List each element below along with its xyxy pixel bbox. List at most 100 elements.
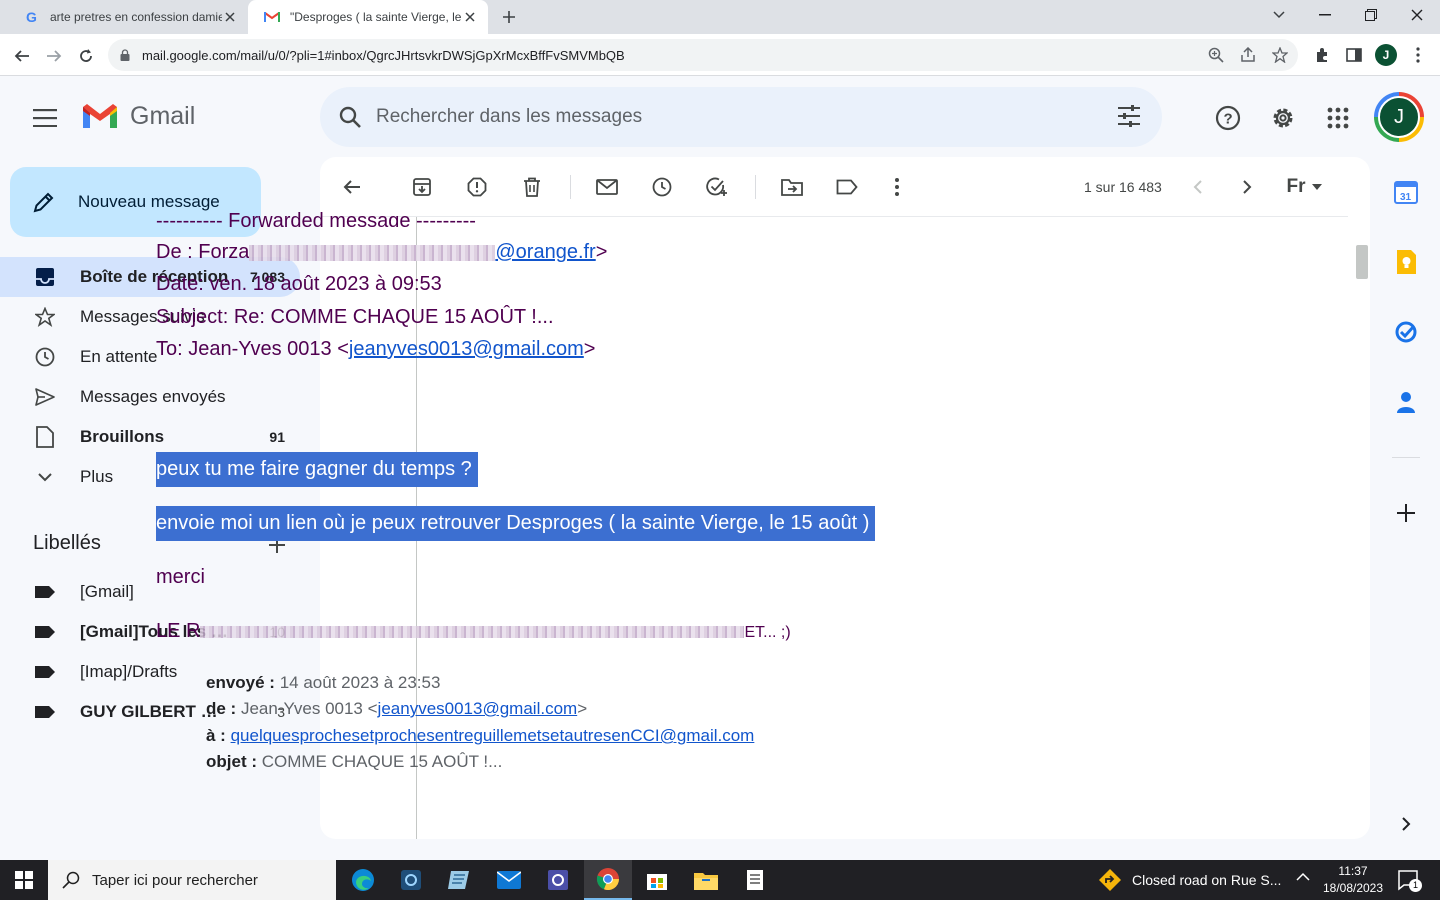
calendar-icon[interactable]: 31 — [1392, 178, 1420, 206]
taskbar-search[interactable]: Taper ici pour rechercher — [48, 860, 336, 900]
redacted-email — [249, 244, 496, 261]
input-tools-button[interactable]: Fr — [1282, 175, 1326, 199]
input-tools-label: Fr — [1286, 176, 1306, 197]
newer-message-icon[interactable] — [1186, 175, 1210, 199]
archive-icon[interactable] — [410, 175, 434, 199]
move-to-icon[interactable] — [780, 175, 804, 199]
angle-close: > — [583, 338, 596, 360]
clock-time: 11:37 — [1338, 864, 1368, 878]
browser-menu-icon[interactable] — [1407, 44, 1429, 66]
help-icon[interactable]: ? — [1208, 98, 1248, 138]
apps-grid-icon[interactable] — [1318, 98, 1358, 138]
angle-close: > — [577, 699, 588, 718]
add-task-icon[interactable] — [705, 175, 729, 199]
store-app-icon[interactable] — [633, 860, 681, 900]
more-options-icon[interactable] — [885, 175, 909, 199]
notepad-app-icon[interactable] — [435, 860, 483, 900]
extensions-icon[interactable] — [1311, 44, 1333, 66]
quoted-from-name: Jean-Yves 0013 < — [240, 699, 378, 718]
quoted-to-email-link[interactable]: quelquesprochesetprochesentreguillemetse… — [231, 726, 755, 745]
tab-title: "Desproges ( la sainte Vierge, le 15 — [290, 10, 462, 24]
forward-icon[interactable] — [40, 42, 68, 70]
snooze-icon[interactable] — [650, 175, 674, 199]
address-bar[interactable]: mail.google.com/mail/u/0/?pli=1#inbox/Qg… — [108, 39, 1298, 71]
tasks-icon[interactable] — [1392, 318, 1420, 346]
close-tab-icon[interactable] — [222, 9, 238, 25]
send-icon — [33, 385, 57, 409]
search-bar[interactable] — [320, 87, 1162, 147]
reload-icon[interactable] — [72, 42, 100, 70]
draft-icon — [33, 425, 57, 449]
back-to-inbox-icon[interactable] — [340, 175, 364, 199]
settings-app-icon[interactable] — [534, 860, 582, 900]
body-merci: merci — [156, 566, 205, 588]
older-message-icon[interactable] — [1235, 175, 1259, 199]
message-pager: 1 sur 16 483 — [1084, 179, 1162, 195]
show-hidden-icons-icon[interactable] — [1296, 872, 1310, 882]
tab-title: arte pretres en confession damien — [50, 10, 222, 24]
side-panel-icon[interactable] — [1343, 44, 1365, 66]
bookmark-star-icon[interactable] — [1271, 46, 1289, 64]
file-explorer-icon[interactable] — [682, 860, 730, 900]
edge-icon[interactable] — [339, 860, 387, 900]
windows-start-icon[interactable] — [0, 860, 48, 900]
report-spam-icon[interactable] — [465, 175, 489, 199]
browser-tab[interactable]: G arte pretres en confession damien — [8, 0, 248, 34]
account-avatar[interactable]: J — [1374, 92, 1424, 142]
keep-icon[interactable] — [1392, 248, 1420, 276]
taskbar-clock[interactable]: 11:37 18/08/2023 — [1318, 863, 1388, 897]
label-tag-icon — [33, 700, 57, 724]
sidebar-item-drafts[interactable]: Brouillons 91 — [0, 417, 300, 457]
inbox-icon — [33, 265, 57, 289]
road-warning-icon — [1098, 868, 1122, 892]
sidebar-item-sent[interactable]: Messages envoyés — [0, 377, 300, 417]
svg-text:31: 31 — [1400, 192, 1412, 203]
browser-profile-avatar[interactable]: J — [1375, 44, 1397, 66]
share-icon[interactable] — [1239, 46, 1257, 64]
gmail-favicon-icon — [264, 11, 280, 23]
delete-icon[interactable] — [520, 175, 544, 199]
expand-panel-icon[interactable] — [1392, 810, 1420, 838]
gmail-logo[interactable]: Gmail — [80, 101, 195, 131]
add-addon-icon[interactable] — [1392, 499, 1420, 527]
browser-toolbar: mail.google.com/mail/u/0/?pli=1#inbox/Qg… — [0, 34, 1440, 76]
browser-tab-active[interactable]: "Desproges ( la sainte Vierge, le 15 — [248, 0, 488, 34]
certificate-app-icon[interactable] — [387, 860, 435, 900]
weather-news-widget[interactable]: Closed road on Rue S... — [1098, 860, 1281, 900]
settings-gear-icon[interactable] — [1263, 98, 1303, 138]
search-icon[interactable] — [336, 103, 364, 131]
contacts-icon[interactable] — [1392, 388, 1420, 416]
close-window-button[interactable] — [1394, 0, 1440, 30]
search-input[interactable] — [376, 106, 1076, 128]
minimize-button[interactable] — [1302, 0, 1348, 30]
zoom-icon[interactable] — [1207, 46, 1225, 64]
signature-line: LE R ET... ;) — [156, 620, 791, 643]
restore-button[interactable] — [1348, 0, 1394, 30]
quoted-sent: envoyé : 14 août 2023 à 23:53 — [206, 673, 440, 693]
svg-text:?: ? — [1224, 111, 1233, 128]
tab-search-icon[interactable] — [1256, 0, 1302, 30]
from-email-link[interactable]: @orange.fr — [495, 241, 595, 263]
notification-center-icon[interactable]: 1 — [1398, 870, 1422, 892]
close-tab-icon[interactable] — [462, 9, 478, 25]
document-app-icon[interactable] — [731, 860, 779, 900]
taskbar-search-placeholder: Taper ici pour rechercher — [92, 871, 258, 889]
clock-icon — [33, 345, 57, 369]
new-tab-button[interactable] — [498, 7, 520, 27]
main-menu-icon[interactable] — [25, 98, 65, 138]
quoted-from-email-link[interactable]: jeanyves0013@gmail.com — [378, 699, 578, 718]
side-panel-divider — [1392, 457, 1420, 458]
mark-unread-icon[interactable] — [595, 175, 619, 199]
message-scrollbar[interactable] — [1356, 245, 1368, 279]
windows-taskbar: Taper ici pour rechercher Closed road on… — [0, 860, 1440, 900]
label-icon[interactable] — [835, 175, 859, 199]
mail-app-icon[interactable] — [485, 860, 533, 900]
gmail-wordmark: Gmail — [130, 101, 196, 130]
label-tag-icon — [33, 620, 57, 644]
chrome-app-icon[interactable] — [584, 860, 632, 900]
sidebar-label-gmail[interactable]: [Gmail] — [0, 572, 300, 612]
notification-count: 1 — [1409, 879, 1422, 892]
back-icon[interactable] — [8, 42, 36, 70]
search-options-icon[interactable] — [1116, 103, 1142, 129]
to-email-link[interactable]: jeanyves0013@gmail.com — [349, 338, 584, 360]
